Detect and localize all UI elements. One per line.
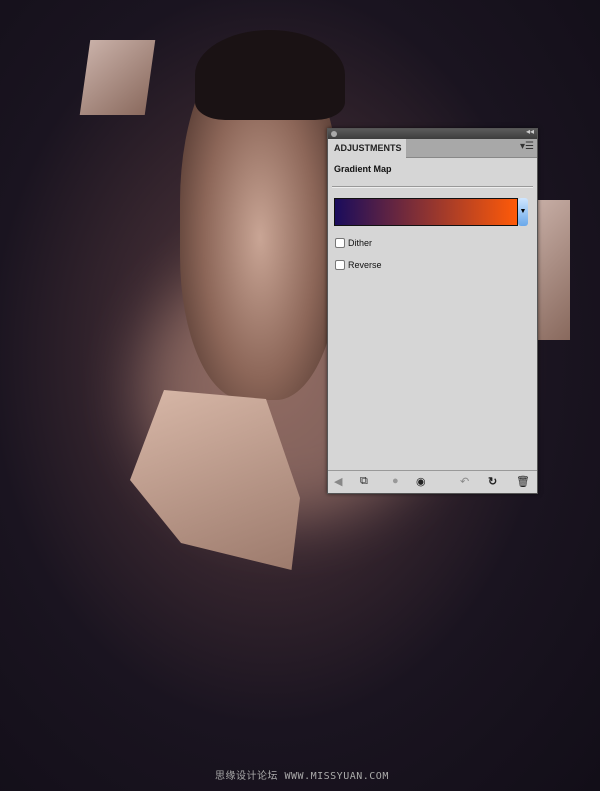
back-arrow-icon[interactable]: ◀ <box>334 475 342 488</box>
collapse-icon[interactable]: ◂◂ <box>526 127 534 136</box>
divider <box>332 186 533 188</box>
previous-state-icon[interactable]: ↶ <box>460 475 469 488</box>
panel-footer: ◀ ⧉ ● ◉ ↶ ↻ 🗑 <box>328 470 537 493</box>
panel-menu-icon[interactable]: ▾☰ <box>520 141 534 152</box>
dither-label: Dither <box>348 238 373 248</box>
man-hair <box>195 30 345 120</box>
tab-adjustments[interactable]: ADJUSTMENTS <box>328 139 406 158</box>
dither-checkbox[interactable] <box>335 238 345 248</box>
gradient-dropdown-button[interactable]: ▼ <box>518 198 528 226</box>
tab-row: ADJUSTMENTS ▾☰ <box>328 139 537 158</box>
adjustments-panel: ◂◂ ADJUSTMENTS ▾☰ Gradient Map ▼ Dither … <box>327 127 538 494</box>
chevron-down-icon: ▼ <box>519 208 527 215</box>
floating-cube <box>79 40 156 115</box>
adjustment-title: Gradient Map <box>334 164 392 174</box>
watermark: 思缘设计论坛 WWW.MISSYUAN.COM <box>215 771 389 782</box>
visibility-eye-icon[interactable]: ◉ <box>416 475 426 488</box>
reverse-option[interactable]: Reverse <box>335 260 537 270</box>
dither-option[interactable]: Dither <box>335 238 537 248</box>
trash-icon[interactable]: 🗑 <box>516 475 530 488</box>
panel-titlebar[interactable]: ◂◂ <box>328 127 537 139</box>
close-panel-icon[interactable] <box>331 131 337 137</box>
reverse-checkbox[interactable] <box>335 260 345 270</box>
gradient-preview[interactable] <box>334 198 518 226</box>
expand-view-icon[interactable]: ⧉ <box>360 475 368 488</box>
reset-icon[interactable]: ↻ <box>488 475 497 488</box>
reverse-label: Reverse <box>348 260 382 270</box>
clip-layer-icon[interactable]: ● <box>392 475 399 487</box>
gradient-picker[interactable]: ▼ <box>334 198 528 226</box>
